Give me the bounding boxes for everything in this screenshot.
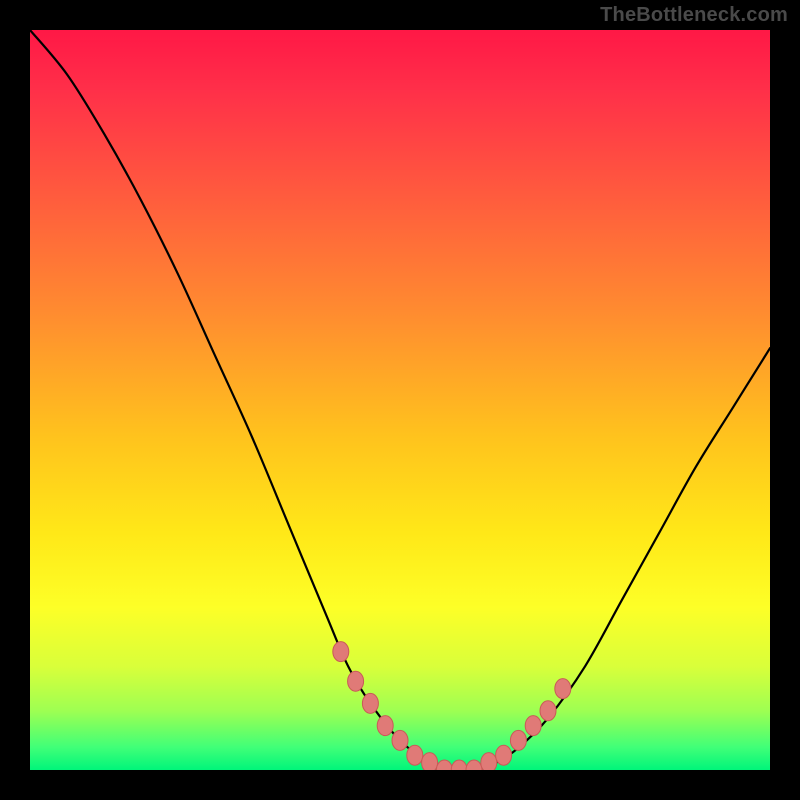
data-point (333, 642, 349, 662)
data-point (407, 745, 423, 765)
data-point (481, 753, 497, 770)
data-point (392, 730, 408, 750)
data-point (377, 716, 393, 736)
watermark-text: TheBottleneck.com (600, 4, 788, 27)
data-point (555, 679, 571, 699)
data-point (525, 716, 541, 736)
chart-frame: TheBottleneck.com (0, 0, 800, 800)
data-point (496, 745, 512, 765)
dots-layer (30, 30, 770, 770)
data-point (466, 760, 482, 770)
data-point (422, 753, 438, 770)
data-point (510, 730, 526, 750)
data-point (436, 760, 452, 770)
data-point (451, 760, 467, 770)
plot-area (30, 30, 770, 770)
data-point (348, 671, 364, 691)
data-point (540, 701, 556, 721)
data-point (362, 693, 378, 713)
dots-group (333, 642, 571, 770)
